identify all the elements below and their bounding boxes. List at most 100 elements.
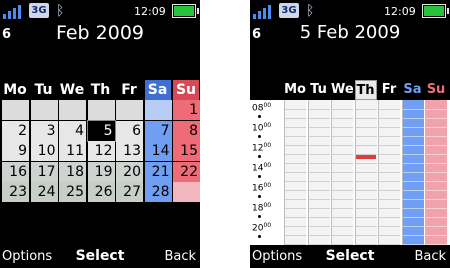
day-cell[interactable]: 8 <box>173 120 200 141</box>
grid-line <box>379 217 400 218</box>
empty-day-cell <box>59 100 86 120</box>
softkey-bar: Options Select Back <box>0 242 200 268</box>
day-cell[interactable]: 21 <box>144 161 172 182</box>
softkey-bar: Options Select Back <box>250 242 450 268</box>
grid-line <box>332 118 353 119</box>
back-softkey[interactable]: Back <box>164 249 196 264</box>
day-cell[interactable]: 25 <box>59 182 86 202</box>
day-cell[interactable]: 9 <box>2 141 29 161</box>
grid-line <box>285 109 306 110</box>
weekday-th: Th <box>90 82 111 98</box>
day-cell[interactable]: 27 <box>116 182 143 202</box>
day-column-tu[interactable] <box>307 100 330 245</box>
day-column-sa[interactable] <box>401 100 424 245</box>
weekday-sa: Sa <box>403 82 422 97</box>
time-label: 1600 <box>252 182 272 194</box>
grid-line <box>355 118 377 119</box>
grid-line <box>379 109 400 110</box>
half-hour-dot <box>258 175 261 178</box>
day-cell[interactable]: 23 <box>2 182 29 202</box>
status-bar: 3G ᛒ 12:09 <box>0 0 200 22</box>
grid-line <box>426 235 447 236</box>
network-badge: 3G <box>29 3 49 18</box>
back-softkey[interactable]: Back <box>414 249 446 264</box>
grid-line <box>355 172 377 173</box>
day-cell[interactable]: 6 <box>116 120 143 141</box>
grid-line <box>332 172 353 173</box>
grid-line <box>402 199 424 200</box>
grid-line <box>285 226 306 227</box>
event-marker[interactable] <box>355 155 376 159</box>
weekday-header: Mo Tu We Th Fr Sa Su <box>0 80 200 100</box>
grid-line <box>402 208 424 209</box>
grid-line <box>308 154 330 155</box>
day-cell[interactable]: 13 <box>116 141 143 161</box>
day-cell[interactable]: 11 <box>59 141 86 161</box>
grid-line <box>402 118 424 119</box>
half-hour-dot <box>258 135 261 138</box>
day-cell[interactable]: 28 <box>144 182 172 202</box>
grid-line <box>285 118 306 119</box>
day-cell[interactable]: 14 <box>144 141 172 161</box>
grid-line <box>379 181 400 182</box>
grid-line <box>426 145 447 146</box>
grid-line <box>379 118 400 119</box>
grid-line <box>285 127 306 128</box>
date-title: 5 Feb 2009 <box>299 22 401 43</box>
grid-line <box>332 208 353 209</box>
day-column-we[interactable] <box>331 100 353 245</box>
grid-line <box>285 163 306 164</box>
grid-line <box>355 208 377 209</box>
day-column-fr[interactable] <box>378 100 400 245</box>
half-hour-dot <box>258 235 261 238</box>
day-cell[interactable]: 2 <box>2 120 29 141</box>
grid-line <box>402 217 424 218</box>
weekday-fr: Fr <box>121 82 137 98</box>
grid-line <box>308 226 330 227</box>
day-cell[interactable]: 16 <box>2 161 29 182</box>
day-cell[interactable]: 22 <box>173 161 200 182</box>
day-column-th[interactable] <box>354 100 377 245</box>
day-cell[interactable]: 10 <box>30 141 58 161</box>
grid-line <box>355 217 377 218</box>
weekday-fr: Fr <box>381 82 397 97</box>
time-label: 1400 <box>252 162 272 174</box>
grid-line <box>426 163 447 164</box>
grid-line <box>355 109 377 110</box>
day-cell[interactable]: 18 <box>59 161 86 182</box>
grid-line <box>285 199 306 200</box>
day-column-mo[interactable] <box>284 100 306 245</box>
bluetooth-icon: ᛒ <box>306 3 315 19</box>
day-cell[interactable]: 26 <box>87 182 115 202</box>
day-column-su[interactable] <box>425 100 447 245</box>
day-cell[interactable]: 3 <box>30 120 58 141</box>
day-cell[interactable]: 12 <box>87 141 115 161</box>
weekday-th: Th <box>354 80 377 100</box>
grid-line <box>426 154 447 155</box>
signal-bars-icon <box>253 3 275 19</box>
grid-line <box>355 145 377 146</box>
day-cell[interactable]: 1 <box>173 100 200 120</box>
weekday-we: We <box>331 82 354 97</box>
day-cell[interactable]: 19 <box>87 161 115 182</box>
empty-day-cell <box>30 100 58 120</box>
status-bar: 3G ᛒ 12:09 <box>250 0 450 22</box>
grid-line <box>379 172 400 173</box>
empty-day-cell <box>116 100 143 120</box>
grid-line <box>379 136 400 137</box>
day-cell[interactable]: 7 <box>144 120 172 141</box>
grid-line <box>402 190 424 191</box>
day-cell[interactable]: 20 <box>116 161 143 182</box>
week-grid: 0800 1000 1200 1400 1600 1800 2000 <box>250 100 450 245</box>
day-cell[interactable]: 17 <box>30 161 58 182</box>
grid-line <box>332 190 353 191</box>
grid-line <box>308 163 330 164</box>
grid-line <box>285 217 306 218</box>
day-cell[interactable]: 24 <box>30 182 58 202</box>
day-cell[interactable]: 15 <box>173 141 200 161</box>
grid-line <box>308 190 330 191</box>
day-cell[interactable]: 4 <box>59 120 86 141</box>
grid-line <box>402 145 424 146</box>
grid-line <box>402 154 424 155</box>
day-cell[interactable]: 5 <box>86 119 116 142</box>
